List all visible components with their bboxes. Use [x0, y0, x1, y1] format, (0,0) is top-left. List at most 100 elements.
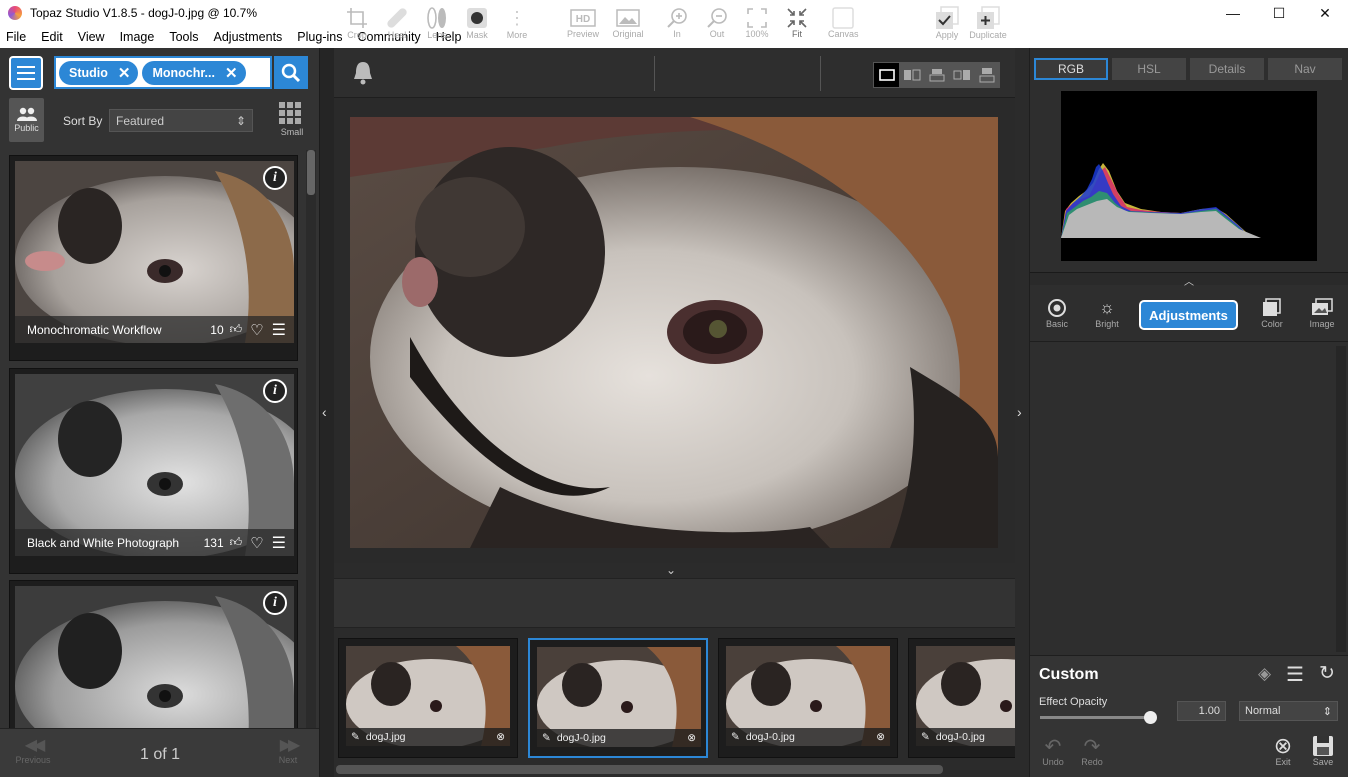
preset-card[interactable]: i [9, 580, 298, 729]
heart-icon[interactable]: ♡ [250, 534, 263, 552]
close-circle-icon: ⊗ [1273, 733, 1293, 758]
mask-button[interactable]: Mask [464, 6, 490, 40]
chevron-down-icon[interactable]: ⌄ [666, 563, 676, 577]
image-icon [610, 7, 646, 29]
sort-by-select[interactable]: Featured ⇕ [109, 109, 253, 132]
more-button[interactable]: ⋮ More [504, 6, 530, 41]
preset-card[interactable]: i Monochromatic Workflow 10 👍︎ ♡ ☰ [9, 155, 298, 361]
like-count: 10 [210, 322, 224, 337]
info-icon[interactable]: i [263, 591, 287, 615]
menu-adjustments[interactable]: Adjustments [214, 30, 283, 44]
duplicate-icon [967, 6, 1009, 30]
zoom-out-icon [704, 7, 730, 29]
custom-title: Custom [1039, 666, 1099, 683]
collapse-right-icon[interactable]: › [1017, 404, 1022, 420]
updown-icon: ⇕ [235, 114, 246, 128]
main-photo[interactable] [350, 117, 998, 548]
menu-view[interactable]: View [78, 30, 105, 44]
category-bright[interactable]: ☼ Bright [1093, 297, 1121, 329]
bell-icon[interactable] [352, 60, 374, 89]
thumbs-up-icon[interactable]: 👍︎ [230, 322, 243, 337]
redo-label: Redo [1081, 757, 1103, 767]
stacked-view-icon[interactable] [974, 63, 999, 87]
effect-opacity-input[interactable]: 1.00 [1177, 701, 1226, 721]
side-by-side-icon[interactable] [949, 63, 974, 87]
close-button[interactable]: ✕ [1302, 0, 1348, 26]
zoom-in-button[interactable]: In [664, 7, 690, 39]
zoom-out-button[interactable]: Out [704, 7, 730, 39]
filters-scrollbar[interactable] [1336, 346, 1346, 652]
preset-card[interactable]: i Black and White Photograph 131 👍︎ ♡ ☰ [9, 368, 298, 574]
tab-details[interactable]: Details [1190, 58, 1264, 80]
split-view-icon[interactable] [899, 63, 924, 87]
tab-nav[interactable]: Nav [1268, 58, 1342, 80]
tab-rgb[interactable]: RGB [1034, 58, 1108, 80]
filmstrip-scrollbar[interactable] [336, 765, 943, 774]
search-button[interactable] [274, 56, 308, 89]
menu-lines-icon[interactable]: ☰ [272, 533, 286, 553]
category-color[interactable]: Color [1259, 297, 1285, 329]
filmstrip-thumb[interactable]: ✎ dogJ.jpg ⊗ [338, 638, 518, 758]
filmstrip-thumb[interactable]: ✎dogJ-0.jpg⊗ [908, 638, 1015, 758]
fit-button[interactable]: Fit [784, 7, 810, 39]
thumbs-up-icon[interactable]: 👍︎ [230, 535, 243, 550]
zoom-100-button[interactable]: 100% [742, 7, 772, 39]
small-label: Small [280, 127, 304, 137]
category-adjustments[interactable]: Adjustments [1139, 300, 1238, 330]
original-button[interactable]: Original [610, 7, 646, 39]
info-icon[interactable]: i [263, 166, 287, 190]
preview-button[interactable]: HD Preview [566, 7, 600, 39]
category-basic[interactable]: Basic [1044, 297, 1070, 329]
menu-edit[interactable]: Edit [41, 30, 63, 44]
close-circle-icon[interactable]: ⊗ [496, 731, 505, 743]
hamburger-menu-button[interactable] [9, 56, 43, 90]
public-filter-button[interactable]: Public [9, 98, 44, 142]
collapse-left-icon[interactable]: ‹ [322, 404, 327, 420]
menu-file[interactable]: File [6, 30, 26, 44]
single-view-icon[interactable] [874, 63, 899, 87]
effect-opacity-slider[interactable] [1040, 716, 1155, 719]
heal-button[interactable]: Heal [384, 6, 410, 40]
close-icon[interactable]: ✕ [225, 64, 238, 82]
lens-button[interactable]: Lens [424, 6, 450, 40]
close-icon[interactable]: ✕ [118, 64, 131, 82]
chevron-up-icon[interactable]: ︿ [1030, 272, 1348, 288]
grid-icon [279, 102, 305, 124]
crop-button[interactable]: Crop [344, 6, 370, 40]
apply-label: Apply [935, 30, 959, 40]
maximize-button[interactable]: ☐ [1256, 0, 1302, 26]
duplicate-button[interactable]: Duplicate [967, 6, 1009, 40]
small-view-button[interactable]: Small [279, 102, 305, 137]
undo-button[interactable]: ↶ Undo [1040, 735, 1066, 768]
search-chip-monochrome[interactable]: Monochr... ✕ [142, 60, 246, 85]
blend-mode-select[interactable]: Normal ⇕ [1239, 701, 1338, 721]
redo-icon: ↷ [1083, 735, 1101, 758]
apply-button[interactable]: Apply [932, 6, 962, 40]
menu-lines-icon[interactable]: ☰ [272, 320, 286, 340]
exit-button[interactable]: ⊗ Exit [1270, 733, 1296, 767]
menu-plugins[interactable]: Plug-ins [297, 30, 342, 44]
next-button[interactable]: ▶▶ Next [268, 735, 308, 765]
heart-icon[interactable]: ♡ [250, 321, 263, 339]
category-image[interactable]: Image [1306, 297, 1338, 329]
search-chip-studio[interactable]: Studio ✕ [59, 60, 139, 85]
save-button[interactable]: Save [1309, 735, 1337, 767]
search-input[interactable]: Studio ✕ Monochr... ✕ [54, 56, 272, 89]
info-icon[interactable]: i [263, 379, 287, 403]
close-circle-icon[interactable]: ⊗ [876, 731, 885, 743]
menu-image[interactable]: Image [120, 30, 155, 44]
menu-lines-icon[interactable]: ☰ [1286, 662, 1304, 687]
redo-button[interactable]: ↷ Redo [1079, 735, 1105, 768]
canvas-button[interactable]: Canvas [828, 7, 859, 39]
filmstrip-thumb[interactable]: ✎dogJ-0.jpg⊗ [718, 638, 898, 758]
close-circle-icon[interactable]: ⊗ [687, 732, 696, 744]
preset-list-scrollbar[interactable] [306, 150, 316, 729]
zoom-in-label: In [673, 29, 681, 39]
filmstrip-thumb-selected[interactable]: ✎ dogJ-0.jpg ⊗ [528, 638, 708, 758]
menu-tools[interactable]: Tools [169, 30, 198, 44]
reset-icon[interactable]: ↻ [1319, 662, 1335, 685]
layers-icon[interactable]: ◈ [1258, 664, 1271, 684]
split-horizontal-icon[interactable] [924, 63, 949, 87]
tab-hsl[interactable]: HSL [1112, 58, 1186, 80]
minimize-button[interactable]: — [1210, 0, 1256, 26]
